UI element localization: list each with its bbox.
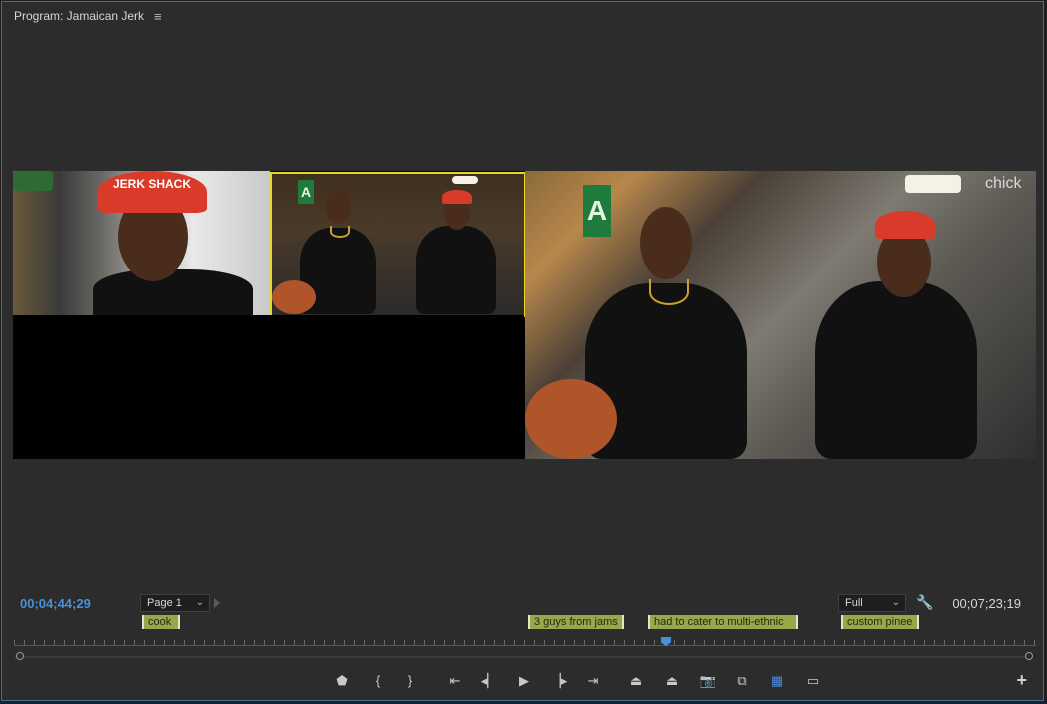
current-timecode[interactable]: 00;04;44;29 — [20, 596, 91, 611]
marker-label[interactable]: custom pinee — [841, 615, 919, 629]
extract-button[interactable]: ⏏ — [662, 671, 682, 691]
zoom-handle-right[interactable] — [1025, 652, 1033, 660]
gold-chain — [649, 279, 689, 305]
transport-controls: ⬟ { } ⇤ ◂▏ ▶ ▕▸ ⇥ ⏏ ⏏ 📷 ⧉ ▦ ▭ — [0, 671, 1047, 691]
program-main-view[interactable]: A chick — [525, 171, 1036, 459]
lift-button[interactable]: ⏏ — [626, 671, 646, 691]
food-plate — [272, 280, 316, 314]
face — [640, 207, 692, 279]
red-cap: JERK SHACK — [97, 171, 207, 213]
add-marker-button[interactable]: ⬟ — [334, 671, 350, 691]
marker-label[interactable]: 3 guys from jams — [528, 615, 624, 629]
playback-resolution-select[interactable]: Full ⌄ — [838, 594, 906, 612]
step-back-button[interactable]: ◂▏ — [480, 671, 498, 691]
panel-header: Program: Jamaican Jerk ≡ — [14, 8, 162, 24]
safe-margins-button[interactable]: ▭ — [802, 671, 824, 691]
shirt — [815, 281, 977, 459]
gold-chain — [330, 226, 350, 238]
ceiling-light — [452, 176, 478, 184]
button-editor-plus-icon[interactable]: + — [1016, 670, 1027, 691]
go-to-in-button[interactable]: ⇤ — [446, 671, 464, 691]
mark-out-button[interactable]: } — [404, 671, 416, 691]
zoom-scrollbar[interactable] — [15, 656, 1033, 658]
page-select[interactable]: Page 1 ⌄ — [140, 594, 210, 612]
comparison-view-button[interactable]: ⧉ — [732, 671, 752, 691]
sign-letter: A — [298, 180, 314, 204]
duration-timecode: 00;07;23;19 — [952, 596, 1021, 611]
face — [325, 188, 351, 224]
red-cap — [875, 211, 935, 239]
mark-in-button[interactable]: { — [372, 671, 384, 691]
program-video-frame[interactable]: JERK SHACK A A chick — [13, 171, 1036, 459]
multicam-angle-1[interactable]: JERK SHACK — [13, 171, 270, 315]
play-button[interactable]: ▶ — [516, 671, 532, 691]
multicam-view-button[interactable]: ▦ — [766, 671, 788, 691]
settings-wrench-icon[interactable]: 🔧 — [916, 594, 933, 611]
ceiling-light — [905, 175, 961, 193]
export-frame-button[interactable]: 📷 — [698, 671, 718, 691]
chevron-down-icon: ⌄ — [891, 597, 900, 608]
red-cap — [442, 190, 472, 204]
food-plate — [525, 379, 617, 459]
panel-title[interactable]: Program: Jamaican Jerk — [14, 9, 144, 23]
sign-letter: A — [583, 185, 611, 237]
shirt — [416, 226, 496, 314]
marker-label[interactable]: cook — [142, 615, 180, 629]
ruler-line — [14, 645, 1036, 646]
empty-angle-area — [13, 315, 524, 459]
panel-menu-icon[interactable]: ≡ — [154, 9, 162, 24]
time-ruler[interactable] — [14, 636, 1036, 646]
page-select-value: Page 1 — [147, 597, 182, 609]
background-sign — [13, 171, 53, 191]
chevron-down-icon: ⌄ — [195, 597, 204, 608]
zoom-select-value: Full — [845, 597, 863, 609]
shirt — [93, 269, 253, 315]
multicam-angle-2-selected[interactable]: A — [270, 172, 526, 317]
shelf-sign: chick — [985, 175, 1022, 192]
step-forward-button[interactable]: ▕▸ — [550, 671, 568, 691]
marker-label[interactable]: had to cater to multi-ethnic — [648, 615, 798, 629]
zoom-handle-left[interactable] — [16, 652, 24, 660]
next-page-icon[interactable] — [214, 598, 220, 608]
go-to-out-button[interactable]: ⇥ — [584, 671, 602, 691]
